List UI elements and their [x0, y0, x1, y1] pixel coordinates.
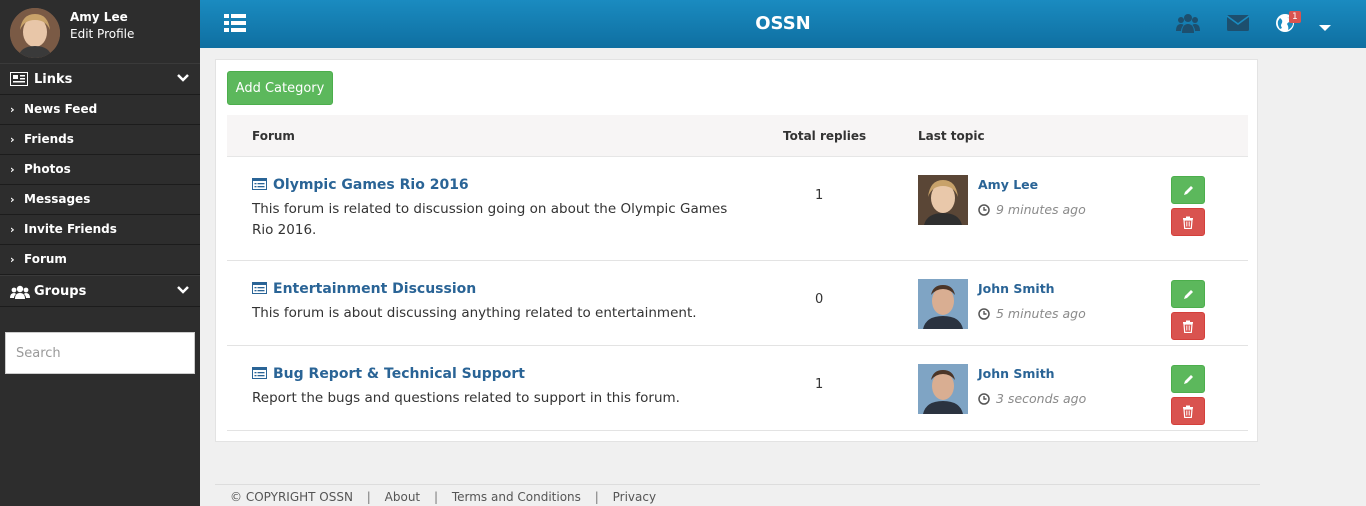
chevron-right-icon: ›: [10, 193, 15, 206]
footer-separator: |: [433, 490, 439, 504]
author-avatar[interactable]: [918, 364, 968, 414]
trash-icon: [1183, 405, 1193, 418]
search-input[interactable]: [6, 333, 194, 373]
footer-link-privacy[interactable]: Privacy: [613, 490, 656, 504]
trash-icon: [1183, 216, 1193, 229]
topic-time: 9 minutes ago: [978, 202, 1086, 217]
forum-description: This forum is about discussing anything …: [252, 305, 697, 321]
author-name[interactable]: Amy Lee: [978, 177, 1038, 192]
forum-title[interactable]: Bug Report & Technical Support: [252, 366, 525, 382]
sidebar-item-label: Messages: [24, 192, 91, 206]
sidebar-item-news-feed[interactable]: › News Feed: [0, 95, 200, 125]
edit-button[interactable]: [1171, 365, 1205, 393]
delete-button[interactable]: [1171, 397, 1205, 425]
edit-button[interactable]: [1171, 280, 1205, 308]
topic-time-text: 5 minutes ago: [996, 306, 1086, 321]
newspaper-icon: [10, 72, 28, 90]
sidebar-item-label: Forum: [24, 252, 67, 266]
sidebar-item-label: Photos: [24, 162, 71, 176]
table-header: Forum Total replies Last topic: [227, 115, 1248, 157]
forum-panel: Add Category Forum Total replies Last to…: [215, 59, 1258, 442]
delete-button[interactable]: [1171, 312, 1205, 340]
chevron-right-icon: ›: [10, 163, 15, 176]
sidebar-item-friends[interactable]: › Friends: [0, 125, 200, 155]
sidebar-item-photos[interactable]: › Photos: [0, 155, 200, 185]
chevron-down-icon: [176, 71, 190, 89]
column-header-last-topic: Last topic: [918, 129, 985, 143]
add-category-button[interactable]: Add Category: [227, 71, 333, 105]
topic-time-text: 9 minutes ago: [996, 202, 1086, 217]
notification-badge: 1: [1289, 11, 1301, 23]
chevron-right-icon: ›: [10, 223, 15, 236]
pencil-icon: [1184, 186, 1193, 195]
profile-name[interactable]: Amy Lee: [70, 10, 128, 24]
list-alt-icon: [252, 178, 267, 190]
forum-title-text: Entertainment Discussion: [273, 281, 477, 297]
delete-button[interactable]: [1171, 208, 1205, 236]
reply-count: 1: [815, 377, 824, 392]
top-bar: OSSN 1: [200, 0, 1366, 48]
list-alt-icon: [252, 282, 267, 294]
chevron-right-icon: ›: [10, 133, 15, 146]
list-alt-icon: [252, 367, 267, 379]
table-row: Entertainment Discussion This forum is a…: [227, 261, 1248, 346]
groups-section-header[interactable]: Groups: [0, 275, 200, 307]
sidebar-item-label: Friends: [24, 132, 74, 146]
sidebar-item-invite-friends[interactable]: › Invite Friends: [0, 215, 200, 245]
forum-title-text: Olympic Games Rio 2016: [273, 177, 469, 193]
clock-icon: [978, 308, 990, 320]
author-name[interactable]: John Smith: [978, 366, 1055, 381]
users-icon: [10, 284, 30, 304]
footer-link-about[interactable]: About: [385, 490, 420, 504]
forum-title[interactable]: Entertainment Discussion: [252, 281, 476, 297]
sidebar-item-messages[interactable]: › Messages: [0, 185, 200, 215]
edit-button[interactable]: [1171, 176, 1205, 204]
friends-icon[interactable]: [1176, 12, 1200, 36]
links-section-header[interactable]: Links: [0, 63, 200, 95]
author-name[interactable]: John Smith: [978, 281, 1055, 296]
topic-time-text: 3 seconds ago: [996, 391, 1087, 406]
footer-separator: |: [594, 490, 599, 504]
pencil-icon: [1184, 375, 1193, 384]
trash-icon: [1183, 320, 1193, 333]
topic-time: 3 seconds ago: [978, 391, 1086, 406]
chevron-right-icon: ›: [10, 103, 15, 116]
chevron-right-icon: ›: [10, 253, 15, 266]
sidebar: Amy Lee Edit Profile Links › News Feed ›…: [0, 0, 200, 506]
search-box: [5, 332, 195, 374]
author-avatar[interactable]: [918, 279, 968, 329]
clock-icon: [978, 204, 990, 216]
reply-count: 1: [815, 188, 824, 203]
menu-icon[interactable]: [224, 14, 246, 34]
pencil-icon: [1184, 290, 1193, 299]
column-header-total-replies: Total replies: [783, 129, 867, 143]
forum-description: This forum is related to discussion goin…: [252, 201, 728, 238]
footer-separator: |: [366, 490, 371, 504]
author-avatar[interactable]: [918, 175, 968, 225]
sidebar-item-forum[interactable]: › Forum: [0, 245, 200, 275]
sidebar-item-label: News Feed: [24, 102, 98, 116]
forum-title-text: Bug Report & Technical Support: [273, 366, 525, 382]
edit-profile-link[interactable]: Edit Profile: [70, 27, 134, 41]
profile-block: Amy Lee Edit Profile: [0, 0, 200, 63]
sidebar-item-label: Invite Friends: [24, 222, 117, 236]
chevron-down-icon: [176, 283, 190, 301]
topic-time: 5 minutes ago: [978, 306, 1086, 321]
avatar[interactable]: [10, 8, 60, 58]
footer-link-terms[interactable]: Terms and Conditions: [452, 490, 581, 504]
clock-icon: [978, 393, 990, 405]
copyright-text: © COPYRIGHT OSSN: [230, 490, 353, 504]
table-row: Bug Report & Technical Support Report th…: [227, 346, 1248, 431]
groups-heading: Groups: [34, 284, 87, 299]
envelope-icon[interactable]: [1226, 12, 1250, 36]
table-row: Olympic Games Rio 2016 This forum is rel…: [227, 157, 1248, 261]
caret-down-icon[interactable]: [1318, 18, 1342, 42]
links-heading: Links: [34, 72, 73, 87]
forum-title[interactable]: Olympic Games Rio 2016: [252, 177, 469, 193]
column-header-forum: Forum: [252, 129, 295, 143]
forum-description: Report the bugs and questions related to…: [252, 390, 680, 406]
reply-count: 0: [815, 292, 824, 307]
footer: © COPYRIGHT OSSN | About | Terms and Con…: [215, 484, 1260, 504]
